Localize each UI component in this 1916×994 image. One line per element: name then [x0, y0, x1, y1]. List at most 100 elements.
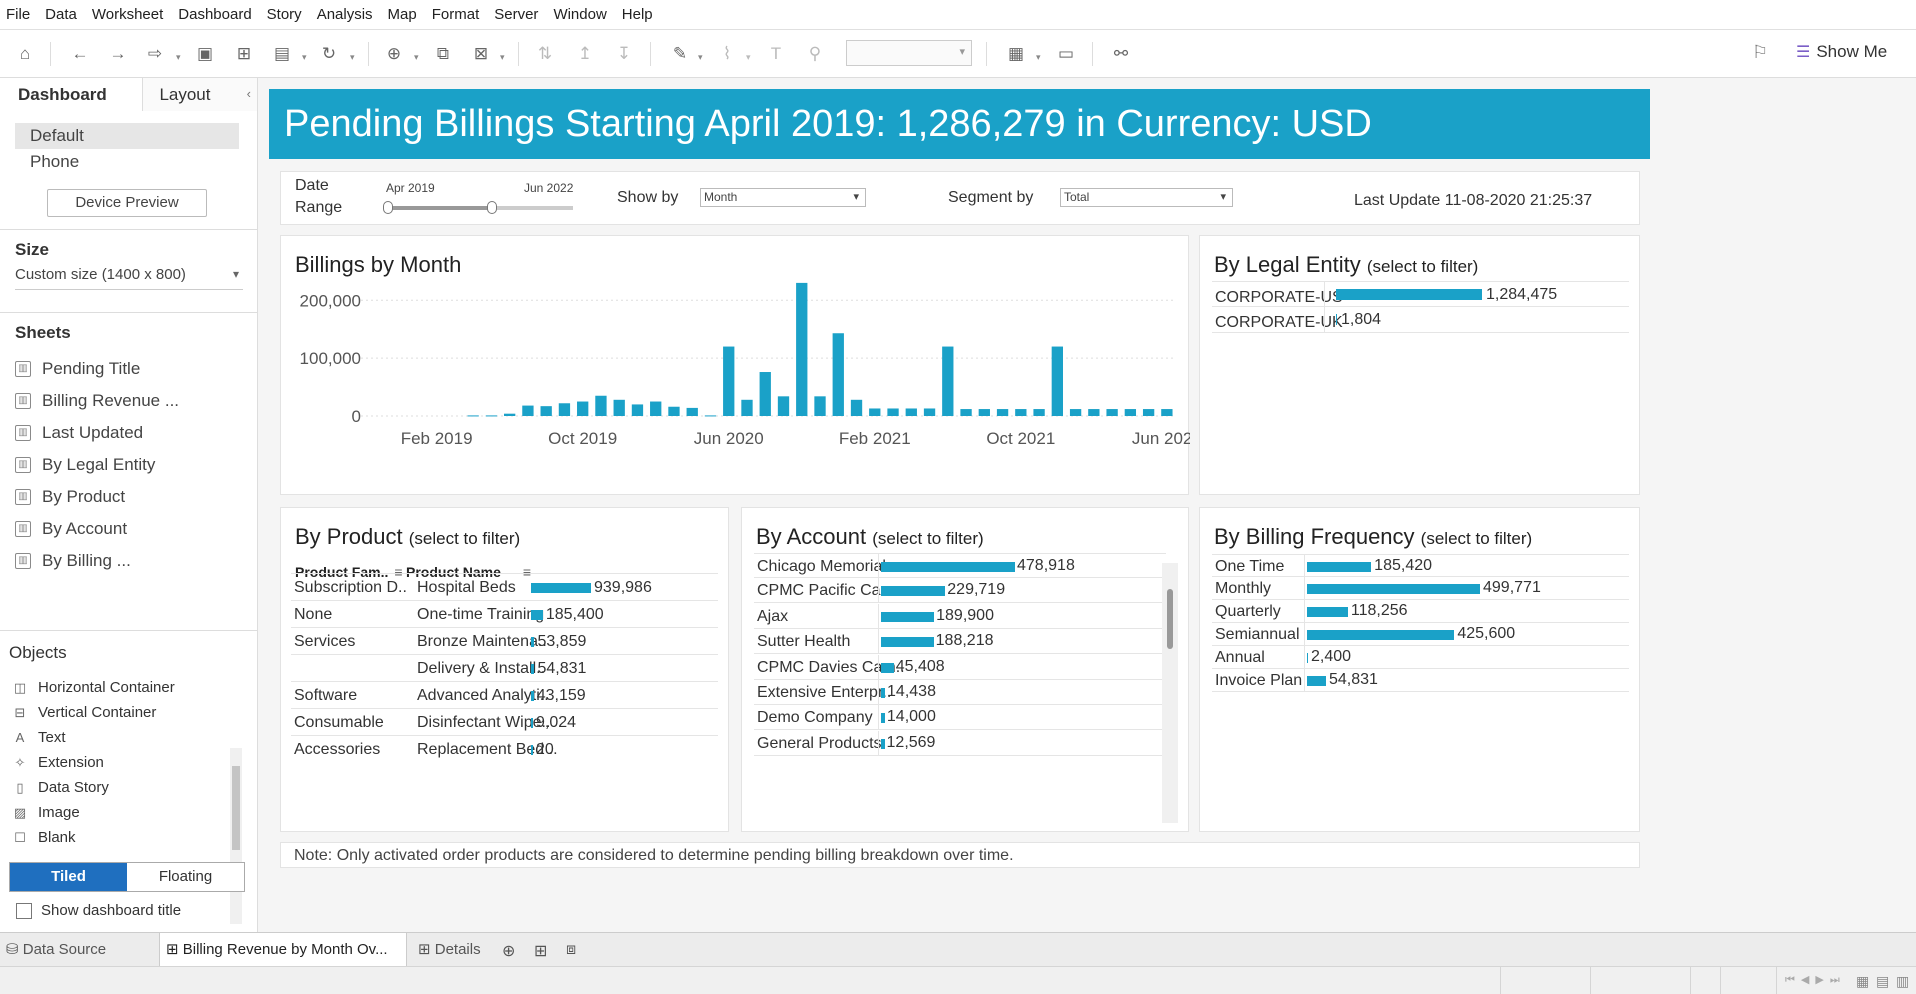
sheet-item[interactable]: ▥ By Billing ... — [0, 545, 257, 577]
product-row[interactable]: None One-time Training 185,400 — [291, 600, 718, 627]
clear-sheet-icon[interactable]: ⊠ — [471, 44, 491, 64]
product-row[interactable]: Consumable Disinfectant Wipe.. 9,024 — [291, 708, 718, 735]
account-row[interactable]: Ajax 189,900 — [754, 603, 1166, 629]
menu-help[interactable]: Help — [622, 6, 653, 23]
chart-bar[interactable] — [996, 409, 1009, 416]
pause-updates-icon[interactable]: ▤ — [272, 44, 292, 64]
fit-dropdown[interactable] — [846, 40, 972, 66]
chart-bar[interactable] — [504, 413, 516, 416]
new-worksheet-icon[interactable]: ⊕ — [502, 941, 515, 961]
chevron-down-icon[interactable]: ▾ — [414, 52, 419, 63]
chevron-down-icon[interactable]: ▾ — [350, 52, 355, 63]
pin-icon[interactable]: ⚐ — [1752, 42, 1768, 63]
tab-details[interactable]: ⊞ Details — [412, 933, 488, 967]
swap-icon[interactable]: ⇅ — [535, 44, 555, 64]
menu-map[interactable]: Map — [388, 6, 417, 23]
chevron-down-icon[interactable]: ▾ — [698, 52, 703, 63]
chart-bar[interactable] — [668, 406, 680, 416]
scrollbar-thumb[interactable] — [1167, 589, 1173, 649]
labels-icon[interactable]: T — [766, 44, 786, 64]
segment-by-dropdown[interactable]: Total — [1060, 188, 1233, 207]
chart-bar[interactable] — [650, 401, 662, 416]
chart-bar[interactable] — [905, 408, 917, 416]
account-row[interactable]: Extensive Enterpr.. 14,438 — [754, 680, 1166, 705]
chart-bar[interactable] — [1161, 409, 1173, 416]
redo-icon[interactable]: → — [108, 44, 128, 64]
chart-bar[interactable] — [704, 415, 717, 417]
menu-dashboard[interactable]: Dashboard — [178, 6, 251, 23]
chart-bar[interactable] — [832, 333, 844, 416]
duplicate-icon[interactable]: ⧉ — [433, 44, 453, 64]
chart-bar[interactable] — [850, 399, 863, 416]
show-cards-icon[interactable]: ▦ — [1006, 44, 1026, 64]
account-row[interactable]: CPMC Pacific Cam.. 229,719 — [754, 578, 1166, 604]
fix-axes-icon[interactable]: ⚲ — [805, 44, 825, 64]
menu-story[interactable]: Story — [267, 6, 302, 23]
billings-by-month-chart[interactable]: 0 100,000 200,000 Feb 2019 Oct 2019 Jun 2020 F… — [281, 236, 1190, 496]
scrollbar-thumb[interactable] — [232, 766, 240, 850]
chart-bar[interactable] — [723, 346, 735, 416]
chart-bar[interactable] — [978, 409, 990, 416]
device-preview-button[interactable]: Device Preview — [47, 189, 207, 217]
product-row[interactable]: Software Advanced Analyti.. 43,159 — [291, 681, 718, 708]
sheet-item[interactable]: ▥ By Legal Entity — [0, 449, 257, 481]
account-row[interactable]: Chicago Memorial 478,918 — [754, 553, 1166, 579]
product-row[interactable]: Delivery & Install.. 54,831 — [291, 654, 718, 681]
objects-scrollbar[interactable] — [230, 748, 242, 924]
chart-bar[interactable] — [796, 282, 808, 416]
frequency-row[interactable]: Quarterly 118,256 — [1212, 600, 1629, 623]
menu-data[interactable]: Data — [45, 6, 77, 23]
floating-button[interactable]: Floating — [127, 863, 244, 891]
chart-bar[interactable] — [1015, 409, 1027, 416]
undo-icon[interactable]: ← — [70, 44, 90, 64]
date-range-end-handle[interactable] — [486, 201, 497, 214]
chevron-down-icon[interactable]: ▾ — [1036, 52, 1041, 63]
chart-bar[interactable] — [467, 415, 479, 417]
frequency-row[interactable]: Monthly 499,771 — [1212, 577, 1629, 600]
presentation-mode-icon[interactable]: ▭ — [1056, 44, 1076, 64]
sheet-sorter-icon[interactable]: ▦ — [1856, 973, 1869, 990]
tab-data-source[interactable]: ⛁ Data Source — [0, 933, 156, 967]
chart-bar[interactable] — [631, 404, 644, 416]
chart-bar[interactable] — [887, 408, 899, 416]
new-data-source-icon[interactable]: ⊞ — [234, 44, 254, 64]
chart-bar[interactable] — [777, 396, 790, 416]
object-blank[interactable]: ☐ Blank — [0, 825, 258, 850]
frequency-row[interactable]: Invoice Plan 54,831 — [1212, 669, 1629, 692]
show-title-checkbox[interactable] — [16, 902, 32, 919]
refresh-icon[interactable]: ↻ — [319, 44, 339, 64]
group-icon[interactable]: ⌇ — [717, 44, 737, 64]
chart-bar[interactable] — [759, 372, 771, 416]
chart-bar[interactable] — [1124, 409, 1137, 416]
chart-bar[interactable] — [960, 409, 972, 416]
legal-entity-row[interactable]: CORPORATE-US 1,284,475 — [1212, 281, 1629, 308]
chart-bar[interactable] — [558, 403, 571, 416]
chart-bar[interactable] — [1142, 409, 1155, 416]
object-image[interactable]: ▨ Image — [0, 800, 258, 825]
tiled-button[interactable]: Tiled — [10, 863, 127, 891]
chart-bar[interactable] — [814, 396, 826, 416]
chart-bar[interactable] — [485, 415, 498, 417]
frequency-row[interactable]: Semiannual 425,600 — [1212, 623, 1629, 646]
show-dashboard-title-option[interactable]: Show dashboard title — [16, 902, 181, 919]
show-by-dropdown[interactable]: Month — [700, 188, 866, 207]
frequency-row[interactable]: One Time 185,420 — [1212, 554, 1629, 578]
chart-bar[interactable] — [540, 406, 552, 416]
object-horizontal-container[interactable]: ◫ Horizontal Container — [0, 675, 258, 700]
menu-file[interactable]: File — [6, 6, 30, 23]
new-worksheet-icon[interactable]: ⊕ — [384, 44, 404, 64]
menu-worksheet[interactable]: Worksheet — [92, 6, 163, 23]
account-scrollbar[interactable] — [1162, 563, 1178, 823]
menu-window[interactable]: Window — [553, 6, 606, 23]
chart-bar[interactable] — [686, 407, 698, 416]
sheet-item[interactable]: ▥ Last Updated — [0, 417, 257, 449]
object-data-story[interactable]: ▯ Data Story — [0, 775, 258, 800]
menu-format[interactable]: Format — [432, 6, 480, 23]
object-extension[interactable]: ✧ Extension — [0, 750, 258, 775]
chart-bar[interactable] — [942, 346, 954, 416]
chart-bar[interactable] — [869, 408, 881, 416]
chart-bar[interactable] — [613, 399, 625, 416]
collapse-panel-icon[interactable]: ‹ — [247, 86, 251, 101]
new-dashboard-icon[interactable]: ⊞ — [534, 941, 547, 961]
tab-layout[interactable]: Layout — [142, 78, 257, 111]
